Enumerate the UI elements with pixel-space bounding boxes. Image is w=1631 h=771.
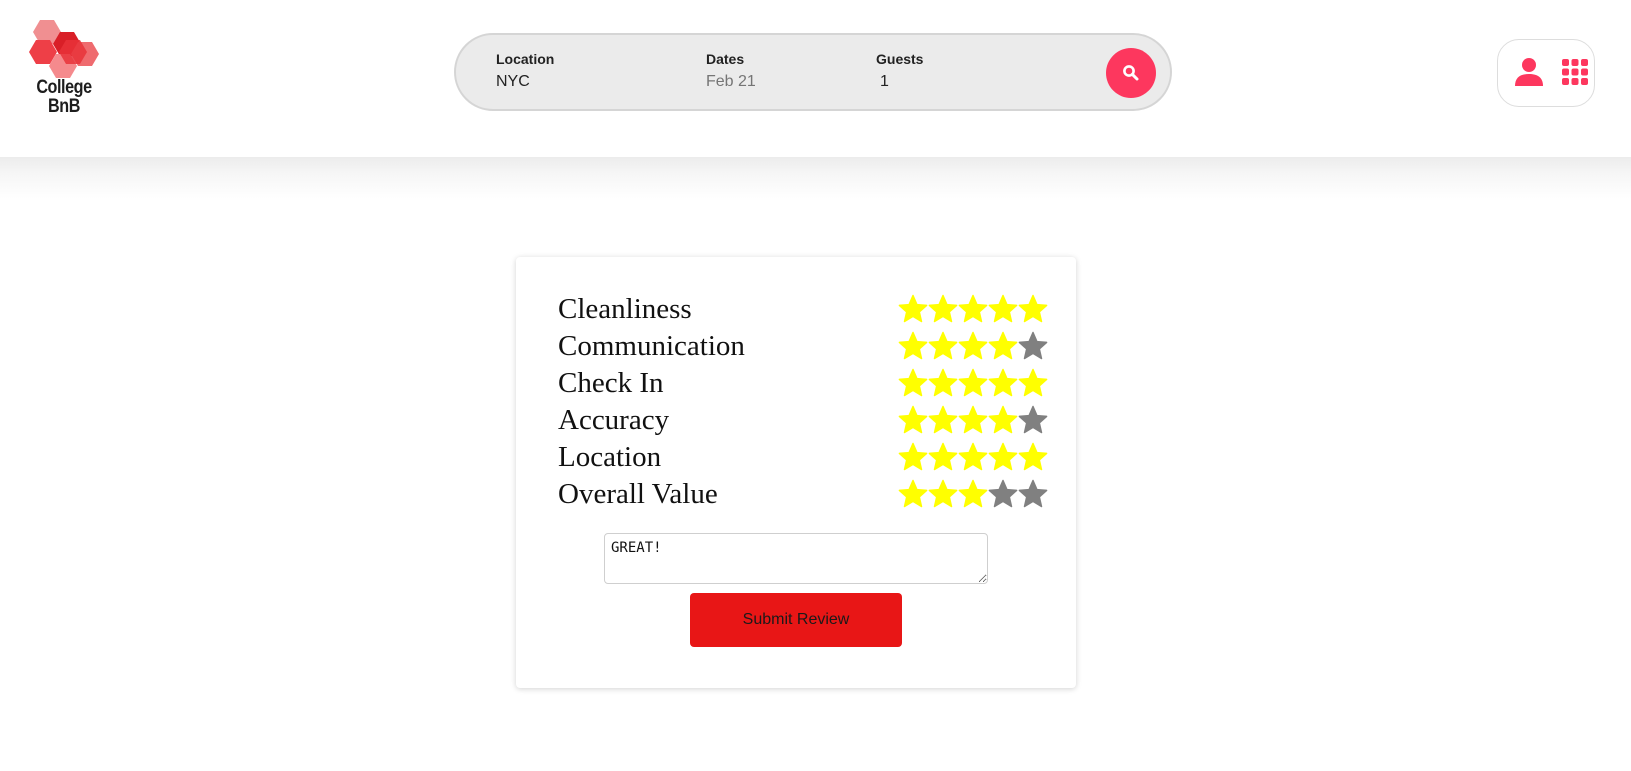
star-filled-icon[interactable]: [928, 404, 958, 436]
star-filled-icon[interactable]: [898, 441, 928, 473]
rating-label: Accuracy: [558, 404, 670, 436]
rating-label: Communication: [558, 330, 745, 362]
star-filled-icon[interactable]: [898, 478, 928, 510]
star-filled-icon[interactable]: [928, 330, 958, 362]
star-filled-icon[interactable]: [1018, 367, 1048, 399]
search-button[interactable]: [1106, 48, 1156, 98]
star-rating[interactable]: [898, 441, 1048, 473]
location-label: Location: [496, 51, 555, 67]
rating-row: Check In: [558, 365, 1048, 402]
star-filled-icon[interactable]: [988, 330, 1018, 362]
guests-label: Guests: [876, 51, 924, 67]
search-bar: Location NYC Dates Feb 21 Guests 1: [454, 33, 1172, 111]
star-empty-icon[interactable]: [1018, 330, 1048, 362]
star-filled-icon[interactable]: [928, 478, 958, 510]
star-rating[interactable]: [898, 478, 1048, 510]
star-filled-icon[interactable]: [958, 367, 988, 399]
star-filled-icon[interactable]: [898, 293, 928, 325]
rating-label: Location: [558, 441, 662, 473]
star-filled-icon[interactable]: [958, 293, 988, 325]
star-filled-icon[interactable]: [958, 441, 988, 473]
dates-value[interactable]: Feb 21: [706, 73, 756, 91]
star-filled-icon[interactable]: [988, 441, 1018, 473]
star-filled-icon[interactable]: [898, 404, 928, 436]
grid-menu-icon: [1562, 59, 1588, 85]
college-bnb-logo[interactable]: College BnB: [26, 18, 102, 122]
guests-field[interactable]: Guests 1: [876, 51, 923, 91]
star-filled-icon[interactable]: [958, 404, 988, 436]
location-value[interactable]: NYC: [496, 73, 554, 91]
star-filled-icon[interactable]: [988, 293, 1018, 325]
dates-field[interactable]: Dates Feb 21: [706, 51, 756, 91]
star-filled-icon[interactable]: [928, 441, 958, 473]
rating-row: Accuracy: [558, 402, 1048, 439]
logo-text: College BnB: [32, 78, 97, 116]
location-field[interactable]: Location NYC: [496, 51, 554, 91]
rating-label: Check In: [558, 367, 664, 399]
star-empty-icon[interactable]: [988, 478, 1018, 510]
rating-row: Communication: [558, 328, 1048, 365]
star-filled-icon[interactable]: [928, 367, 958, 399]
rating-row: Location: [558, 439, 1048, 476]
review-card: Cleanliness Communication Check In Accuracy…: [516, 257, 1076, 688]
star-rating[interactable]: [898, 293, 1048, 325]
star-filled-icon[interactable]: [958, 478, 988, 510]
star-filled-icon[interactable]: [898, 367, 928, 399]
star-filled-icon[interactable]: [1018, 441, 1048, 473]
header-shadow: [0, 157, 1631, 199]
dates-label: Dates: [706, 51, 745, 67]
star-empty-icon[interactable]: [1018, 404, 1048, 436]
star-filled-icon[interactable]: [958, 330, 988, 362]
star-filled-icon[interactable]: [1018, 293, 1048, 325]
star-rating[interactable]: [898, 367, 1048, 399]
hexagon-logo-icon: [29, 20, 99, 78]
star-rating[interactable]: [898, 404, 1048, 436]
star-filled-icon[interactable]: [988, 367, 1018, 399]
search-icon: [1123, 65, 1139, 81]
rating-row: Overall Value: [558, 476, 1048, 513]
star-filled-icon[interactable]: [928, 293, 958, 325]
rating-label: Overall Value: [558, 478, 718, 510]
logo-text-line2: BnB: [48, 96, 80, 117]
star-empty-icon[interactable]: [1018, 478, 1048, 510]
guests-value[interactable]: 1: [876, 73, 923, 91]
review-comment-input[interactable]: GREAT!: [604, 533, 988, 584]
submit-review-button[interactable]: Submit Review: [690, 593, 902, 647]
user-menu-button[interactable]: [1497, 39, 1595, 107]
rating-label: Cleanliness: [558, 293, 692, 325]
star-filled-icon[interactable]: [988, 404, 1018, 436]
star-filled-icon[interactable]: [898, 330, 928, 362]
user-icon: [1515, 58, 1543, 86]
logo-text-line1: College: [36, 77, 92, 98]
top-header: College BnB Location NYC Dates Feb 21 Gu…: [0, 0, 1631, 157]
rating-row: Cleanliness: [558, 291, 1048, 328]
star-rating[interactable]: [898, 330, 1048, 362]
